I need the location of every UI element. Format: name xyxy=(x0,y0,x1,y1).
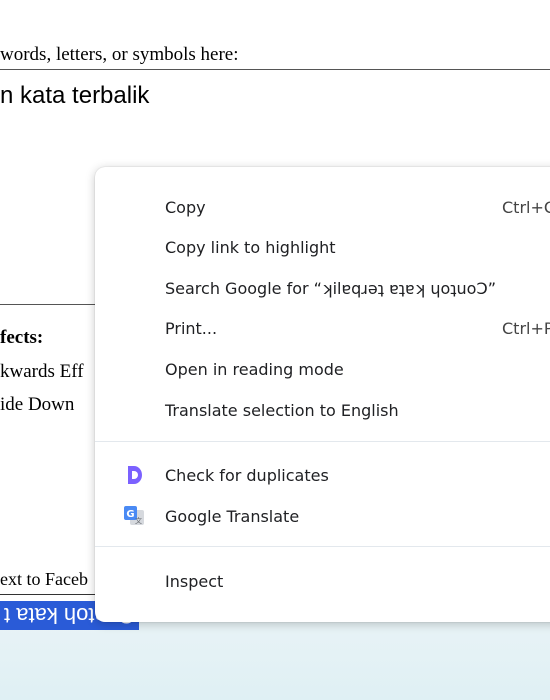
menu-item-inspect[interactable]: Inspect xyxy=(95,561,550,601)
svg-text:G: G xyxy=(126,509,134,520)
menu-item-label: Copy xyxy=(165,197,206,217)
effect-option-backwards[interactable]: kwards Eff xyxy=(0,361,84,383)
menu-item-copy[interactable]: Copy Ctrl+C xyxy=(95,187,550,227)
svg-text:文: 文 xyxy=(135,516,142,525)
menu-item-check-duplicates[interactable]: Check for duplicates xyxy=(95,455,550,495)
menu-item-reading-mode[interactable]: Open in reading mode xyxy=(95,349,550,389)
menu-item-label: Search Google for “ʞilɐqɹǝʇ ɐʇɐʞ ɥoʇuoƆ” xyxy=(165,278,496,298)
menu-item-label: Translate selection to English xyxy=(165,400,399,420)
effect-option-upside-down[interactable]: ide Down xyxy=(0,394,74,416)
menu-item-shortcut: Ctrl+P xyxy=(502,318,550,338)
menu-item-label: Google Translate xyxy=(165,506,300,526)
menu-item-copy-link[interactable]: Copy link to highlight xyxy=(95,227,550,267)
google-translate-icon: G 文 xyxy=(124,506,144,525)
duplicates-extension-icon xyxy=(128,466,142,484)
menu-item-label: Open in reading mode xyxy=(165,359,344,379)
menu-item-shortcut: Ctrl+C xyxy=(502,197,550,217)
menu-separator xyxy=(95,441,550,442)
menu-item-label: Inspect xyxy=(165,571,224,591)
menu-item-label: Print... xyxy=(165,318,218,338)
context-menu: Copy Ctrl+C Copy link to highlight Searc… xyxy=(95,167,550,622)
menu-item-print[interactable]: Print... Ctrl+P xyxy=(95,308,550,348)
input-prompt-label: words, letters, or symbols here: xyxy=(0,44,239,65)
input-top-rule xyxy=(0,69,550,70)
output-area[interactable] xyxy=(0,620,550,700)
menu-item-label: Copy link to highlight xyxy=(165,237,336,257)
menu-item-google-translate[interactable]: G 文 Google Translate xyxy=(95,496,550,536)
menu-item-translate-selection[interactable]: Translate selection to English xyxy=(95,390,550,430)
effects-label: fects: xyxy=(0,327,44,348)
text-input-area[interactable]: n kata terbalik xyxy=(0,82,149,110)
menu-item-label: Check for duplicates xyxy=(165,465,329,485)
menu-separator xyxy=(95,546,550,547)
share-facebook-text[interactable]: ext to Faceb xyxy=(0,569,88,590)
menu-item-search-google[interactable]: Search Google for “ʞilɐqɹǝʇ ɐʇɐʞ ɥoʇuoƆ” xyxy=(95,268,550,308)
